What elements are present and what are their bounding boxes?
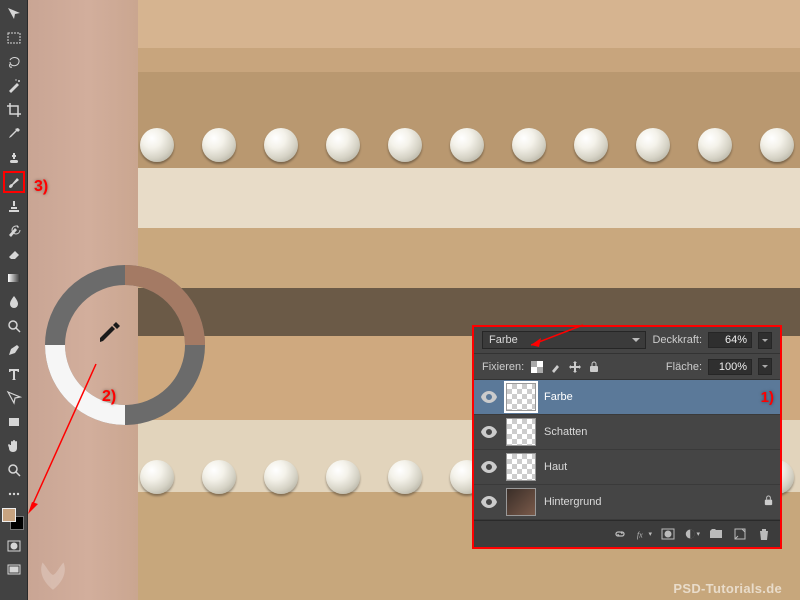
gradient-tool[interactable]	[3, 267, 25, 289]
pearl-row	[140, 128, 800, 164]
color-sample-ring	[40, 260, 210, 430]
pearl	[636, 128, 670, 162]
layer-thumbnail[interactable]	[506, 488, 536, 516]
color-swatches[interactable]	[2, 508, 26, 534]
link-layers-icon[interactable]	[612, 526, 628, 542]
layer-name[interactable]: Farbe	[544, 391, 753, 403]
pearl	[760, 128, 794, 162]
layer-name[interactable]: Schatten	[544, 426, 774, 438]
history-brush-tool[interactable]	[3, 219, 25, 241]
adjustment-layer-icon[interactable]: ▾	[684, 526, 700, 542]
path-selection-tool[interactable]	[3, 387, 25, 409]
pearl	[326, 128, 360, 162]
layer-group-icon[interactable]	[708, 526, 724, 542]
pearl	[264, 128, 298, 162]
move-tool[interactable]	[3, 3, 25, 25]
blur-tool[interactable]	[3, 291, 25, 313]
pearl	[450, 128, 484, 162]
hand-tool[interactable]	[3, 435, 25, 457]
layer-name[interactable]: Haut	[544, 461, 774, 473]
pearl	[202, 460, 236, 494]
spot-healing-brush-tool[interactable]	[3, 147, 25, 169]
pen-tool[interactable]	[3, 339, 25, 361]
tools-toolbar	[0, 0, 28, 600]
fill-label: Fläche:	[666, 361, 702, 373]
pearl	[574, 128, 608, 162]
watermark-text: PSD-Tutorials.de	[673, 581, 782, 596]
pearl	[264, 460, 298, 494]
visibility-toggle-icon[interactable]	[480, 426, 498, 438]
layer-style-icon[interactable]: fx▾	[636, 526, 652, 542]
fill-slider-button[interactable]	[758, 358, 772, 375]
screen-mode-toggle[interactable]	[3, 559, 25, 581]
annotation-arrow-1	[531, 320, 591, 350]
svg-text:fx: fx	[637, 531, 643, 540]
opacity-input[interactable]: 64%	[708, 332, 752, 348]
layer-thumbnail[interactable]	[506, 418, 536, 446]
blend-mode-value: Farbe	[489, 334, 518, 346]
clone-stamp-tool[interactable]	[3, 195, 25, 217]
lock-position-icon[interactable]	[568, 360, 582, 374]
layers-panel: Farbe Deckkraft: 64% Fixieren: Fläche: 1…	[472, 325, 782, 549]
type-tool[interactable]	[3, 363, 25, 385]
rectangle-tool[interactable]	[3, 411, 25, 433]
layer-row[interactable]: Schatten	[474, 415, 780, 450]
lock-icon	[763, 495, 774, 509]
annotation-2: 2)	[102, 388, 116, 406]
edit-toolbar[interactable]	[3, 483, 25, 505]
delete-layer-icon[interactable]	[756, 526, 772, 542]
watermark-logo	[30, 553, 76, 595]
pearl	[326, 460, 360, 494]
visibility-toggle-icon[interactable]	[480, 496, 498, 508]
lock-all-icon[interactable]	[587, 360, 601, 374]
layer-row[interactable]: Hintergrund	[474, 485, 780, 520]
lock-transparency-icon[interactable]	[530, 360, 544, 374]
dodge-tool[interactable]	[3, 315, 25, 337]
lock-image-icon[interactable]	[549, 360, 563, 374]
pearl	[140, 128, 174, 162]
fill-input[interactable]: 100%	[708, 359, 752, 375]
layer-mask-icon[interactable]	[660, 526, 676, 542]
lock-label: Fixieren:	[482, 361, 524, 373]
annotation-1: 1)	[761, 389, 774, 406]
layer-thumbnail[interactable]	[506, 383, 536, 411]
rectangular-marquee-tool[interactable]	[3, 27, 25, 49]
new-layer-icon[interactable]	[732, 526, 748, 542]
brush-tool[interactable]	[3, 171, 25, 193]
quick-mask-toggle[interactable]	[3, 535, 25, 557]
eraser-tool[interactable]	[3, 243, 25, 265]
layer-row[interactable]: Farbe 1)	[474, 380, 780, 415]
crop-tool[interactable]	[3, 99, 25, 121]
pearl	[140, 460, 174, 494]
pearl	[202, 128, 236, 162]
visibility-toggle-icon[interactable]	[480, 391, 498, 403]
pearl	[388, 128, 422, 162]
visibility-toggle-icon[interactable]	[480, 461, 498, 473]
magic-wand-tool[interactable]	[3, 75, 25, 97]
lasso-tool[interactable]	[3, 51, 25, 73]
annotation-3: 3)	[34, 178, 48, 196]
zoom-tool[interactable]	[3, 459, 25, 481]
layer-thumbnail[interactable]	[506, 453, 536, 481]
pearl	[388, 460, 422, 494]
layers-panel-footer: fx▾ ▾	[474, 520, 780, 547]
pearl	[512, 128, 546, 162]
pearl	[698, 128, 732, 162]
opacity-label: Deckkraft:	[652, 334, 702, 346]
foreground-color-swatch[interactable]	[2, 508, 16, 522]
layer-row[interactable]: Haut	[474, 450, 780, 485]
layer-name[interactable]: Hintergrund	[544, 496, 755, 508]
blend-mode-dropdown[interactable]: Farbe	[482, 331, 646, 349]
opacity-slider-button[interactable]	[758, 332, 772, 349]
eyedropper-tool[interactable]	[3, 123, 25, 145]
